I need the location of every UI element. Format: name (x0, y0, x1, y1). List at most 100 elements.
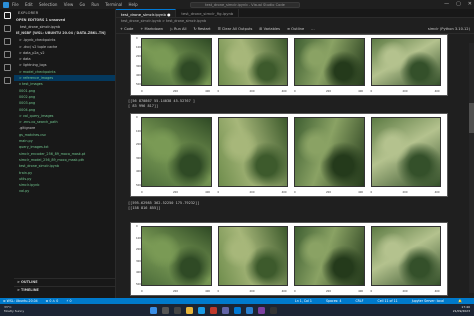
x-tick-label: 0 (217, 191, 220, 194)
y-tick-label: 200 (136, 248, 141, 252)
x-tick-label: 200 (326, 191, 331, 194)
run-all-button[interactable]: ▷ Run All (170, 27, 186, 31)
scrollbar-thumb[interactable] (469, 103, 474, 133)
menu-run[interactable]: Run (91, 2, 99, 7)
onenote-icon[interactable] (258, 306, 265, 314)
system-tray[interactable]: 17:40 21/09/2023 (453, 306, 470, 313)
y-tick-label: 100 (136, 46, 141, 50)
x-tick-label: 400 (205, 290, 211, 293)
aerial-image-panel (141, 117, 212, 187)
explorer-header: EXPLORER (18, 11, 39, 15)
variables-button[interactable]: ⊞ Variables (259, 27, 280, 31)
x-tick-label: 0 (141, 90, 143, 93)
x-tick-label: 200 (249, 191, 255, 194)
x-tick-label: 200 (173, 290, 178, 293)
maximize-button[interactable]: ▢ (456, 0, 461, 9)
source-control-icon[interactable] (3, 38, 11, 45)
vscode-icon[interactable] (246, 306, 253, 314)
breadcrumb[interactable]: test_drone_simclr.ipynb > test_drone_sim… (116, 18, 474, 25)
y-tick-label: 0 (136, 225, 138, 228)
y-tick-label: 0 (136, 37, 138, 40)
output-figure-1: 0 100 200 300 400 500 0 200 400 0 200 400 0 200 400 0 20… (130, 34, 448, 96)
aerial-image-panel (370, 226, 441, 286)
y-tick-label: 100 (136, 129, 141, 133)
add-markdown-button[interactable]: + Markdown (140, 27, 163, 31)
windows-taskbar: 33°C Mostly Sunny 17:40 21/09/2023 (0, 304, 474, 316)
close-button[interactable]: ✕ (468, 0, 472, 9)
editor-scrollbar[interactable] (469, 43, 474, 293)
task-view-icon[interactable] (174, 306, 181, 314)
aerial-image-panel (294, 117, 365, 187)
aerial-image-panel (217, 38, 288, 86)
weather-desc: Mostly Sunny (4, 309, 25, 313)
outline-button[interactable]: ≡ Outline (287, 27, 304, 31)
menu-file[interactable]: File (12, 2, 19, 7)
file-explorer-icon[interactable] (186, 306, 193, 314)
tab-test-drone-simclr[interactable]: test_drone_simclr.ipynb ● (116, 9, 177, 17)
run-debug-icon[interactable] (3, 51, 11, 58)
file-tree: > .ipynb_checkpoints > .dvc/ v2 tuple cac… (14, 37, 115, 194)
menu-go[interactable]: Go (80, 2, 86, 7)
chrome-icon[interactable] (210, 306, 217, 314)
aerial-image-panel (217, 117, 288, 187)
activity-bar (0, 9, 14, 298)
taskbar-apps (150, 306, 277, 314)
menu-selection[interactable]: Selection (39, 2, 57, 7)
x-tick-label: 0 (141, 191, 143, 194)
output-line: [ 83 996 817]] (128, 104, 159, 108)
edge-icon[interactable] (198, 306, 205, 314)
x-tick-label: 0 (217, 90, 220, 93)
x-tick-label: 400 (358, 290, 364, 293)
y-tick-label: 300 (136, 259, 141, 263)
x-tick-label: 400 (205, 191, 211, 194)
terminal-icon[interactable] (270, 306, 277, 314)
file-tree-item[interactable]: val.py (14, 188, 115, 194)
editor-tabs: test_drone_simclr.ipynb ● test_drone_sim… (116, 9, 474, 18)
aerial-image-panel (141, 38, 212, 86)
y-tick-label: 200 (136, 143, 141, 147)
remote-explorer-icon[interactable] (3, 77, 11, 84)
x-tick-label: 200 (173, 191, 178, 194)
x-tick-label: 400 (281, 90, 287, 93)
teams-icon[interactable] (222, 306, 229, 314)
tab-test-drone-simclr-fig[interactable]: test_drone_simclr_fig.ipynb (176, 9, 240, 17)
menu-terminal[interactable]: Terminal (105, 2, 122, 7)
y-tick-label: 100 (136, 236, 141, 240)
aerial-image-panel (141, 226, 212, 286)
y-tick-label: 500 (136, 83, 141, 86)
menu-edit[interactable]: Edit (25, 2, 33, 7)
editor-area: test_drone_simclr.ipynb ● test_drone_sim… (116, 9, 474, 298)
y-tick-label: 400 (136, 271, 141, 275)
outlook-icon[interactable] (234, 306, 241, 314)
x-tick-label: 200 (326, 90, 331, 93)
workspace-section[interactable]: IE_NSBF [WSL: UBUNTU 20.04 / DATA.ZBKL.T… (14, 30, 115, 37)
outline-section[interactable]: > OUTLINE (14, 278, 115, 285)
add-code-button[interactable]: + Code (120, 27, 133, 31)
restart-button[interactable]: ↻ Restart (193, 27, 210, 31)
search-icon[interactable] (162, 306, 169, 314)
explorer-sidebar: EXPLORER OPEN EDITORS 1 unsaved test_dro… (14, 9, 116, 298)
kernel-picker[interactable]: simclr (Python 3.10.12) (428, 25, 470, 34)
start-icon[interactable] (150, 306, 157, 314)
title-bar: File Edit Selection View Go Run Terminal… (0, 0, 474, 9)
menu-view[interactable]: View (64, 2, 74, 7)
x-tick-label: 400 (358, 191, 364, 194)
x-tick-label: 400 (281, 191, 287, 194)
y-tick-label: 0 (136, 116, 138, 119)
search-icon[interactable] (3, 25, 11, 32)
output-figure-2: 0 100 200 300 400 500 0 200 400 0 200 400 0 200 400 0 20… (130, 113, 448, 197)
clear-outputs-button[interactable]: ☰ Clear All Outputs (218, 27, 253, 31)
open-editors-section[interactable]: OPEN EDITORS 1 unsaved (14, 17, 115, 24)
explorer-icon[interactable] (3, 12, 11, 19)
x-tick-label: 400 (434, 191, 440, 194)
command-center-search[interactable]: test_drone_simclr.ipynb - Visual Studio … (190, 1, 300, 8)
minimize-button[interactable]: — (444, 0, 449, 9)
extensions-icon[interactable] (3, 64, 11, 71)
weather-widget[interactable]: 33°C Mostly Sunny (4, 306, 24, 313)
more-actions-button[interactable]: ... (311, 27, 314, 31)
y-tick-label: 500 (136, 283, 141, 286)
timeline-section[interactable]: > TIMELINE (14, 286, 115, 293)
x-tick-label: 400 (434, 290, 440, 293)
y-tick-label: 400 (136, 73, 141, 77)
menu-help[interactable]: Help (128, 2, 137, 7)
